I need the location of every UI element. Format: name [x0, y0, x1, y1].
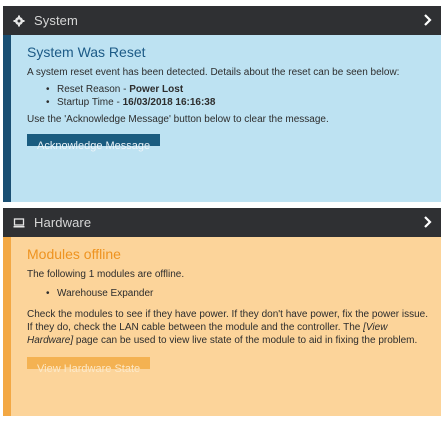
module-name: Warehouse Expander [57, 288, 154, 299]
reset-details-list: Reset Reason - Power Lost Startup Time -… [27, 83, 431, 109]
startup-time-label: Startup Time - [57, 97, 123, 108]
acknowledge-message-button[interactable]: Acknowledge Message [27, 134, 161, 152]
chevron-right-icon[interactable] [423, 216, 433, 228]
gear-icon [13, 15, 25, 27]
hardware-panel-title: Hardware [34, 215, 92, 230]
system-reset-title: System Was Reset [27, 44, 146, 60]
startup-time-value: 16/03/2018 16:16:38 [122, 97, 216, 108]
list-item: Startup Time - 16/03/2018 16:16:38 [46, 96, 431, 109]
hardware-panel-body: Modules offline The following 1 modules … [3, 237, 441, 416]
monitor-icon [13, 217, 25, 229]
acknowledge-instruction: Use the 'Acknowledge Message' button bel… [27, 114, 329, 125]
list-item: Reset Reason - Power Lost [46, 83, 431, 96]
reset-reason-label: Reset Reason - [57, 84, 130, 95]
list-item: Warehouse Expander [46, 287, 431, 300]
modules-offline-title: Modules offline [27, 246, 121, 262]
chevron-right-icon[interactable] [423, 14, 433, 26]
system-reset-description: A system reset event has been detected. … [27, 67, 400, 78]
view-hardware-state-button[interactable]: View Hardware State [27, 357, 151, 375]
help-text-after: page can be used to view live state of t… [73, 335, 418, 346]
system-panel-title: System [34, 13, 78, 28]
system-panel-header[interactable]: System [3, 6, 441, 35]
reset-reason-value: Power Lost [129, 84, 184, 95]
hardware-panel-header[interactable]: Hardware [3, 208, 441, 237]
hardware-panel: Hardware Modules offline The following 1… [3, 208, 441, 416]
system-panel-body: System Was Reset A system reset event ha… [3, 35, 441, 202]
modules-offline-intro: The following 1 modules are offline. [27, 269, 185, 280]
system-panel: System System Was Reset A system reset e… [3, 6, 441, 202]
hardware-help-text: Check the modules to see if they have po… [27, 308, 431, 347]
offline-modules-list: Warehouse Expander [27, 287, 431, 300]
